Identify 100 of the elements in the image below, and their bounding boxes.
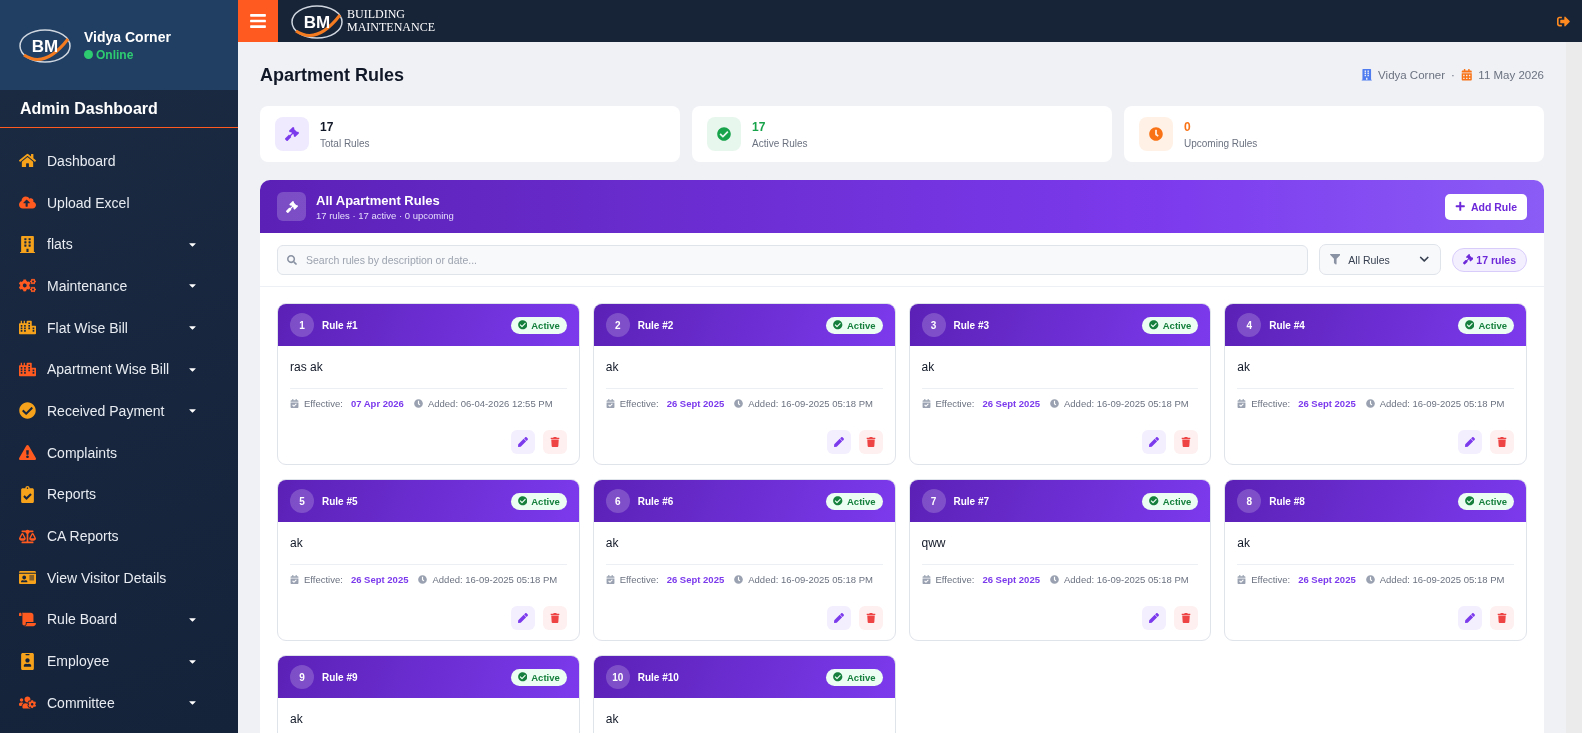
rule-description: ak — [605, 360, 883, 389]
effective-date: 26 Sept 2025 — [1298, 574, 1356, 585]
brand-name: MAINTENANCE — [347, 21, 435, 34]
sidebar-item[interactable]: Apartment Wise Bill — [0, 348, 238, 391]
search-field[interactable]: Search rules by description or date... — [277, 244, 1308, 275]
rule-title: Rule #6 — [637, 495, 675, 507]
delete-button[interactable] — [542, 430, 567, 454]
delete-button[interactable] — [1174, 606, 1199, 630]
delete-button[interactable] — [1490, 430, 1514, 454]
sidebar-item[interactable]: Rule Board — [0, 598, 238, 641]
menu-icon — [249, 12, 267, 30]
rule-number: 1 — [290, 313, 314, 337]
trash-icon — [1181, 613, 1192, 623]
rule-description: ak — [605, 712, 883, 733]
effective-label: Effective: — [1251, 574, 1291, 585]
edit-button[interactable] — [1458, 606, 1482, 630]
calendar-icon — [921, 575, 931, 584]
sidebar-item[interactable]: Received Payment — [0, 390, 238, 432]
gavel-icon — [1462, 254, 1474, 265]
logout-icon — [1557, 14, 1570, 28]
sidebar-item[interactable]: Flat Wise Bill — [0, 306, 238, 349]
added-date: Added: 16-09-2025 05:18 PM — [1379, 398, 1505, 409]
menu-item-icon — [19, 485, 36, 503]
menu-item-icon — [19, 610, 36, 628]
menu-item-icon — [19, 277, 36, 295]
rule-description: qww — [921, 536, 1199, 565]
effective-label: Effective: — [1251, 398, 1291, 409]
edit-button[interactable] — [510, 606, 535, 630]
scrollbar[interactable] — [1566, 42, 1582, 733]
sidebar-item[interactable]: flats — [0, 223, 238, 266]
delete-button[interactable] — [1174, 430, 1199, 454]
add-rule-button[interactable]: Add Rule — [1445, 193, 1527, 220]
added-date: Added: 16-09-2025 05:18 PM — [1064, 574, 1189, 585]
clock-icon — [734, 399, 744, 408]
sidebar-item[interactable]: Upload Excel — [0, 181, 238, 224]
calendar-icon — [921, 399, 931, 408]
effective-date: 26 Sept 2025 — [982, 574, 1040, 585]
delete-button[interactable] — [542, 606, 567, 630]
trash-icon — [1497, 613, 1507, 623]
sidebar-item[interactable]: Committee — [0, 681, 238, 724]
rule-description: ak — [290, 536, 567, 565]
edit-button[interactable] — [826, 606, 851, 630]
edit-button[interactable] — [510, 430, 535, 454]
effective-date: 07 Apr 2026 — [350, 398, 404, 409]
added-date: Added: 06-04-2026 12:55 PM — [427, 398, 553, 409]
online-status: Online — [84, 47, 171, 62]
rule-number: 7 — [921, 489, 946, 513]
menu-item-icon — [19, 527, 36, 545]
filter-dropdown[interactable]: All Rules — [1318, 244, 1441, 275]
sidebar-item[interactable]: CA Reports — [0, 515, 238, 557]
edit-button[interactable] — [826, 430, 851, 454]
pencil-icon — [517, 437, 528, 447]
sidebar-item[interactable]: Reports — [0, 473, 238, 516]
panel-subtitle: 17 rules · 17 active · 0 upcoming — [316, 209, 454, 221]
menu-item-icon — [19, 152, 36, 170]
effective-label: Effective: — [935, 398, 975, 409]
edit-button[interactable] — [1458, 430, 1482, 454]
effective-date: 26 Sept 2025 — [666, 398, 725, 409]
menu-item-icon — [19, 360, 36, 378]
plus-icon — [1455, 201, 1466, 212]
edit-button[interactable] — [1142, 430, 1167, 454]
menu-button[interactable] — [238, 0, 278, 42]
calendar-icon — [290, 399, 299, 408]
pencil-icon — [833, 613, 844, 623]
delete-button[interactable] — [858, 606, 883, 630]
sidebar-item[interactable]: Complaints — [0, 431, 238, 474]
effective-date: 26 Sept 2025 — [350, 574, 409, 585]
status-text: Active — [847, 495, 876, 507]
menu-item-icon — [19, 319, 36, 337]
status-text: Active — [847, 319, 876, 331]
clock-icon — [1365, 399, 1375, 408]
status-text: Active — [847, 671, 876, 683]
rule-description: ak — [1237, 536, 1514, 565]
sidebar-item[interactable]: Maintenance — [0, 265, 238, 307]
sidebar-item[interactable]: Dashboard — [0, 140, 238, 182]
rule-description: ras ak — [290, 360, 567, 389]
clock-icon — [1365, 575, 1375, 584]
status-text: Active — [1478, 495, 1507, 507]
delete-button[interactable] — [858, 430, 883, 454]
sidebar-item[interactable]: Employee — [0, 640, 238, 682]
added-date: Added: 16-09-2025 05:18 PM — [1064, 398, 1189, 409]
menu-item-icon — [19, 235, 36, 253]
clock-icon — [1050, 575, 1059, 584]
rule-count: 17 rules — [1476, 253, 1516, 266]
rule-number: 6 — [605, 489, 630, 513]
gavel-icon — [277, 192, 306, 221]
delete-button[interactable] — [1490, 606, 1514, 630]
stat-label: Upcoming Rules — [1184, 137, 1258, 149]
calendar-icon — [1460, 69, 1473, 81]
effective-label: Effective: — [304, 574, 343, 585]
sidebar-item[interactable]: View Visitor Details — [0, 556, 238, 599]
separator-dot: · — [1451, 69, 1455, 81]
trash-icon — [1497, 437, 1507, 447]
added-date: Added: 16-09-2025 05:18 PM — [1379, 574, 1505, 585]
edit-button[interactable] — [1142, 606, 1167, 630]
effective-date: 26 Sept 2025 — [982, 398, 1040, 409]
stat-value: 0 — [1184, 119, 1192, 134]
stat-label: Active Rules — [752, 137, 808, 149]
pencil-icon — [833, 437, 844, 447]
effective-label: Effective: — [619, 398, 659, 409]
